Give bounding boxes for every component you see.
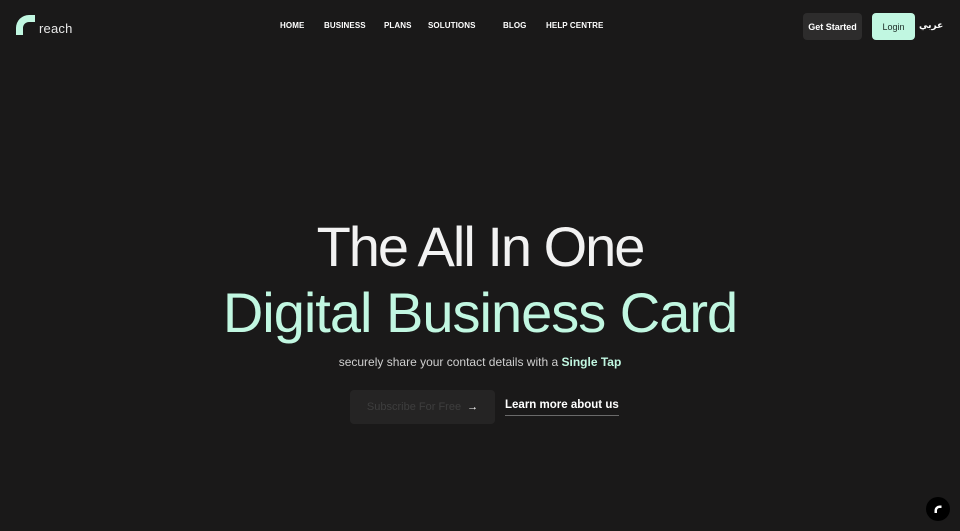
nav-item-plans[interactable]: PLANS xyxy=(384,21,412,30)
learn-more-link[interactable]: Learn more about us xyxy=(505,399,619,416)
nav-item-help-centre[interactable]: HELP CENTRE xyxy=(546,21,603,30)
subscribe-label: Subscribe For Free xyxy=(366,401,462,413)
hero-subtitle-emphasis: Single Tap xyxy=(561,355,622,369)
hero-subtitle: securely share your contact details with… xyxy=(0,355,960,369)
hero-title-line2: Digital Business Card xyxy=(222,281,738,344)
login-button[interactable]: Login xyxy=(872,13,915,40)
reach-arc-icon xyxy=(16,15,35,35)
brand-name: reach xyxy=(39,20,73,36)
hero-title-line1: The All In One xyxy=(316,215,646,278)
subscribe-button[interactable]: Subscribe For Free → xyxy=(350,390,495,424)
hero-subtitle-text: securely share your contact details with… xyxy=(338,355,562,369)
language-toggle[interactable]: عربي xyxy=(919,20,943,31)
nav-item-solutions[interactable]: SOLUTIONS xyxy=(428,21,476,30)
arrow-right-icon: → xyxy=(467,401,479,413)
page: reach HOME BUSINESS PLANS SOLUTIONS BLOG… xyxy=(0,0,960,531)
chat-widget-button[interactable] xyxy=(926,497,950,521)
reach-chat-icon xyxy=(934,505,942,513)
brand-logo[interactable]: reach xyxy=(14,14,73,36)
nav-item-home[interactable]: HOME xyxy=(280,21,304,30)
nav-item-business[interactable]: BUSINESS xyxy=(324,21,366,30)
get-started-button[interactable]: Get Started xyxy=(803,13,862,40)
nav-item-blog[interactable]: BLOG xyxy=(503,21,527,30)
